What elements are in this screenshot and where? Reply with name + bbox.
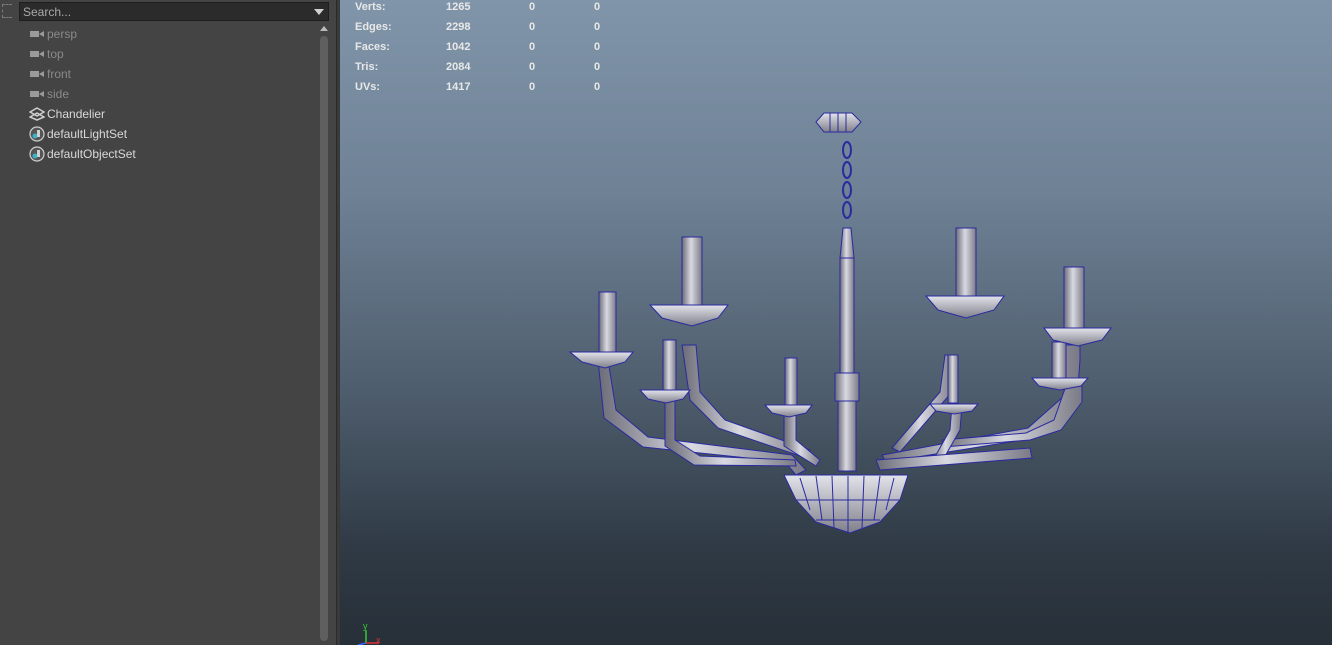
outliner-item-label: defaultLightSet [47,127,128,141]
camera-icon [29,67,45,81]
outliner-item-defaultobjectset[interactable]: defaultObjectSet [0,144,316,164]
3d-viewport[interactable]: Verts: 1265 0 0 Edges: 2298 0 0 Faces: 1… [340,0,1332,645]
outliner-item-label: side [47,87,70,101]
outliner-item-top[interactable]: top [0,44,316,64]
outliner-item-chandelier[interactable]: Chandelier [0,104,316,124]
group-icon [29,107,45,121]
search-box[interactable] [19,2,329,21]
outliner-item-label: persp [47,27,78,41]
outliner-item-persp[interactable]: persp [0,24,316,44]
outliner-item-label: front [47,67,72,81]
outliner-item-side[interactable]: side [0,84,316,104]
search-dropdown-icon[interactable] [314,9,324,15]
axis-y-label: y [363,621,368,631]
camera-icon [29,27,45,41]
set-icon [29,146,45,162]
scroll-up-arrow-icon[interactable] [320,26,328,31]
outliner-item-label: Chandelier [47,107,106,121]
outliner-item-front[interactable]: front [0,64,316,84]
scrollbar-thumb[interactable] [320,36,328,641]
view-axis-indicator: y x [352,621,392,645]
search-row [0,0,336,24]
panel-drag-handle[interactable] [2,4,12,18]
search-input[interactable] [23,3,303,20]
camera-icon [29,47,45,61]
outliner-scrollbar[interactable] [318,24,330,645]
outliner-panel: persp top front side Chandelier [0,0,336,645]
outliner-tree: persp top front side Chandelier defaultL… [0,24,316,164]
camera-icon [29,87,45,101]
axis-x-label: x [376,635,381,645]
outliner-item-defaultlightset[interactable]: defaultLightSet [0,124,316,144]
set-icon [29,126,45,142]
chandelier-model[interactable] [340,0,1332,645]
outliner-item-label: defaultObjectSet [47,147,136,161]
outliner-item-label: top [47,47,64,61]
